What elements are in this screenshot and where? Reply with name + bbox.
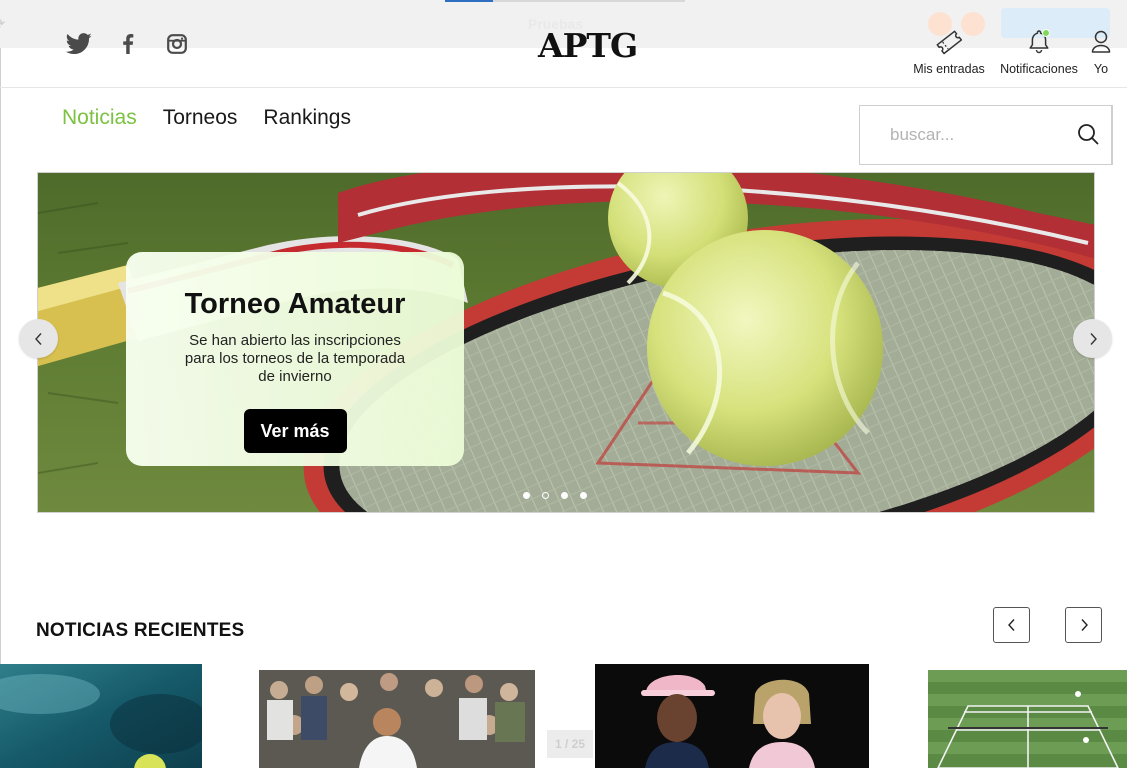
overlay-progress-bar: [445, 0, 685, 2]
news-prev-button[interactable]: [993, 607, 1030, 643]
facebook-icon: [123, 34, 134, 54]
carousel-dot[interactable]: [561, 492, 568, 499]
search-icon[interactable]: [1076, 122, 1100, 146]
hero-next-button[interactable]: [1073, 319, 1112, 358]
news-card[interactable]: [928, 670, 1127, 768]
ticket-icon: [936, 30, 963, 55]
profile-button[interactable]: Yo: [1088, 28, 1114, 76]
nav-item-noticias[interactable]: Noticias: [62, 106, 137, 130]
instagram-icon: [167, 34, 187, 54]
news-card-image: [595, 664, 869, 768]
news-card[interactable]: [0, 664, 202, 768]
my-tickets-label: Mis entradas: [913, 62, 985, 76]
page-edge: [0, 48, 1, 768]
chevron-right-icon: [1080, 619, 1088, 631]
hero-carousel: Torneo Amateur Se han abierto las inscri…: [37, 172, 1095, 513]
twitter-link[interactable]: [64, 30, 94, 58]
carousel-dot[interactable]: [542, 492, 549, 499]
news-card-image: [0, 664, 202, 768]
my-tickets-button[interactable]: Mis entradas: [908, 28, 990, 76]
news-card[interactable]: [259, 670, 535, 768]
news-card-image: [259, 670, 535, 768]
promo-card: Torneo Amateur Se han abierto las inscri…: [126, 252, 464, 466]
main-nav: Noticias Torneos Rankings: [62, 106, 351, 130]
twitter-icon: [65, 33, 92, 55]
promo-title: Torneo Amateur: [184, 288, 406, 320]
promo-description: Se han abierto las inscripciones para lo…: [184, 332, 406, 385]
carousel-dot[interactable]: [580, 492, 587, 499]
carousel-pagination: [523, 492, 587, 499]
chevron-left-icon: [1007, 619, 1015, 631]
user-icon: [1091, 30, 1111, 53]
hero-prev-button[interactable]: [19, 319, 58, 358]
nav-item-rankings[interactable]: Rankings: [263, 106, 351, 130]
news-next-button[interactable]: [1065, 607, 1102, 643]
profile-label: Yo: [1093, 62, 1109, 76]
overlay-progress-fill: [445, 0, 493, 2]
nav-item-torneos[interactable]: Torneos: [163, 106, 238, 130]
notifications-label: Notificaciones: [1000, 62, 1078, 76]
section-title: NOTICIAS RECIENTES: [36, 620, 245, 641]
notifications-button[interactable]: Notificaciones: [996, 28, 1082, 76]
search-box: [859, 105, 1113, 165]
news-card-image: [928, 670, 1127, 768]
search-input[interactable]: [890, 120, 1070, 150]
site-logo[interactable]: APTG: [538, 26, 638, 65]
chevron-right-icon: [1089, 332, 1097, 345]
facebook-link[interactable]: [118, 30, 138, 58]
carousel-dot[interactable]: [523, 492, 530, 499]
header-divider: [0, 87, 1127, 88]
see-more-button[interactable]: Ver más: [243, 409, 347, 453]
chevron-left-icon: [34, 332, 42, 345]
news-card[interactable]: [595, 664, 869, 768]
unread-indicator: [1042, 29, 1050, 37]
slide-counter: 1 / 25: [547, 730, 593, 758]
instagram-link[interactable]: [164, 30, 190, 58]
overlay-refresh-icon: ⟳: [0, 14, 5, 34]
